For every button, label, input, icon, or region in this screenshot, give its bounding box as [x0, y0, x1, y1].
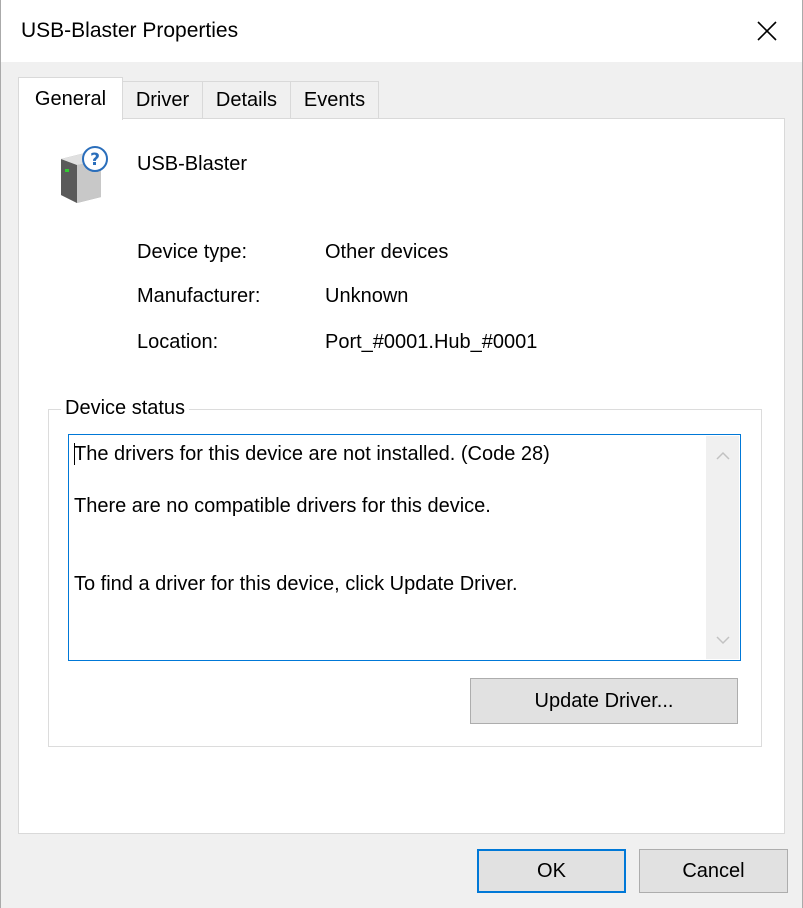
chevron-down-icon [715, 635, 730, 644]
location-value: Port_#0001.Hub_#0001 [325, 331, 538, 353]
status-line-instructions: To find a driver for this device, click … [74, 573, 518, 595]
close-button[interactable] [732, 0, 802, 62]
status-line-code: The drivers for this device are not inst… [74, 443, 550, 465]
window-title: USB-Blaster Properties [21, 19, 239, 42]
tab-general[interactable]: General [18, 77, 123, 120]
cancel-button[interactable]: Cancel [639, 849, 788, 893]
properties-dialog: USB-Blaster Properties General Driver De… [0, 0, 803, 908]
tab-driver[interactable]: Driver [122, 81, 203, 119]
device-name: USB-Blaster [137, 153, 248, 175]
vertical-scrollbar[interactable] [706, 436, 739, 659]
tab-details[interactable]: Details [202, 81, 291, 119]
status-line-no-drivers: There are no compatible drivers for this… [74, 495, 491, 517]
device-type-label: Device type: [137, 241, 248, 263]
chevron-up-icon [715, 451, 730, 460]
device-status-textbox[interactable]: The drivers for this device are not inst… [68, 434, 741, 661]
close-icon [757, 21, 777, 41]
status-text: The drivers for this device are not inst… [74, 441, 699, 597]
title-bar: USB-Blaster Properties [1, 0, 802, 62]
ok-button[interactable]: OK [477, 849, 626, 893]
update-driver-button[interactable]: Update Driver... [470, 678, 738, 724]
scroll-down-button[interactable] [706, 625, 739, 655]
manufacturer-value: Unknown [325, 285, 409, 307]
svg-text:?: ? [90, 150, 100, 170]
unknown-device-icon: ? [61, 146, 108, 203]
general-tab-panel: ? USB-Blaster Device type: Other devices… [18, 118, 785, 834]
device-status-group: Device status The drivers for this devic… [48, 397, 762, 747]
device-status-legend: Device status [61, 397, 190, 420]
manufacturer-label: Manufacturer: [137, 285, 261, 307]
scroll-up-button[interactable] [706, 440, 739, 470]
tab-events[interactable]: Events [290, 81, 379, 119]
location-label: Location: [137, 331, 219, 353]
device-type-value: Other devices [325, 241, 449, 263]
